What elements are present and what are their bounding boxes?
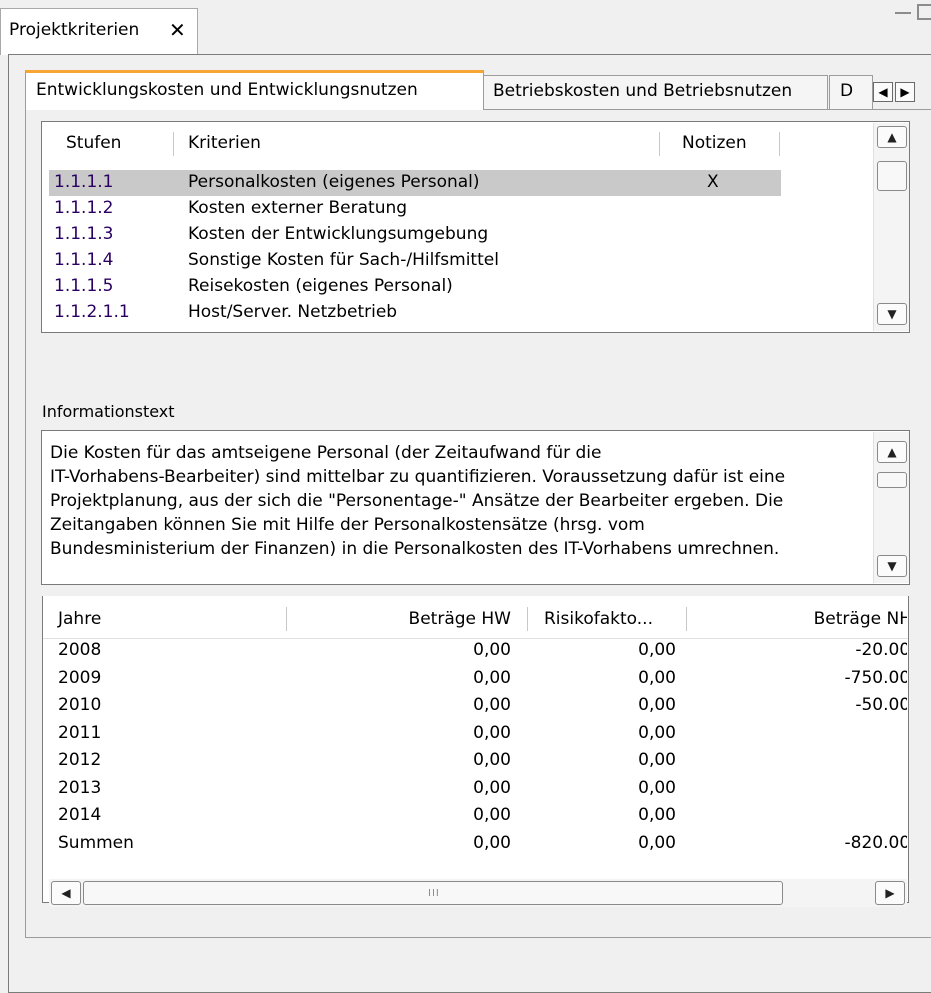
year-row[interactable]: Summen 0,00 0,00 -820.000,00 (58, 833, 907, 860)
risikofaktor-cell: 0,00 (638, 640, 676, 660)
column-header-betraege-nh[interactable]: Beträge NH (814, 609, 907, 629)
criteria-stufe: 1.1.1.3 (54, 224, 114, 244)
criteria-stufe: 1.1.2.1.1 (54, 302, 130, 322)
scrollbar-grip: III (428, 888, 440, 899)
maximize-icon[interactable] (917, 4, 931, 20)
years-horizontal-scrollbar[interactable]: ◀ III ▶ (49, 879, 907, 907)
scroll-down-icon[interactable]: ▼ (877, 303, 907, 325)
year-row[interactable]: 2008 0,00 0,00 -20.000,00 (58, 640, 907, 667)
betrag-hw-cell: 0,00 (473, 832, 511, 853)
column-separator[interactable] (779, 132, 780, 156)
risikofaktor-cell: 0,00 (638, 750, 676, 770)
column-separator[interactable] (659, 132, 660, 156)
criteria-stufe: 1.1.1.5 (54, 276, 114, 296)
scrollbar-thumb[interactable] (877, 472, 907, 488)
year-cell: 2011 (58, 722, 102, 743)
criteria-kriterium: Kosten externer Beratung (188, 198, 408, 218)
column-header-risikofaktor[interactable]: Risikofakto... (544, 609, 653, 629)
column-header-notizen[interactable]: Notizen (682, 133, 747, 153)
criteria-kriterium: Sonstige Kosten für Sach-/Hilfsmittel (188, 250, 499, 270)
criteria-notiz: X (707, 172, 719, 192)
scroll-right-icon[interactable]: ▶ (875, 881, 905, 905)
risikofaktor-cell: 0,00 (638, 722, 676, 743)
betrag-nh-cell: -820.000,00 (844, 832, 907, 853)
year-cell: Summen (58, 832, 134, 853)
year-row[interactable]: 2014 0,00 0,00 0,00 (58, 805, 907, 832)
criteria-kriterium: Host/Server. Netzbetrieb (188, 302, 398, 322)
criteria-kriterium: Personalkosten (eigenes Personal) (188, 172, 480, 192)
scroll-up-icon[interactable]: ▲ (877, 441, 907, 463)
year-cell: 2008 (58, 640, 102, 660)
year-cell: 2010 (58, 695, 102, 715)
column-header-stufen[interactable]: Stufen (66, 133, 121, 153)
risikofaktor-cell: 0,00 (638, 777, 676, 798)
year-cell: 2009 (58, 667, 102, 688)
criteria-row[interactable]: 1.1.1.2 Kosten externer Beratung (49, 196, 873, 222)
betrag-nh-cell: 0,00 (688, 723, 907, 743)
column-header-kriterien[interactable]: Kriterien (188, 133, 261, 153)
betrag-nh-cell: 0,00 (688, 805, 907, 825)
year-cell: 2013 (58, 777, 102, 798)
scroll-down-icon[interactable]: ▼ (877, 555, 907, 577)
criteria-row[interactable]: 1.1.1.5 Reisekosten (eigenes Personal) (49, 274, 873, 300)
criteria-stufe: 1.1.1.4 (54, 250, 114, 270)
view-tab-title: Projektkriterien (9, 20, 140, 40)
scroll-up-icon[interactable]: ▲ (877, 126, 907, 148)
info-text: Die Kosten für das amtseigene Personal (… (50, 443, 786, 559)
criteria-row[interactable]: 1.1.1.4 Sonstige Kosten für Sach-/Hilfsm… (49, 248, 873, 274)
betrag-nh-cell: 0,00 (688, 778, 907, 798)
criteria-stufe: 1.1.1.2 (54, 198, 114, 218)
betrag-hw-cell: 0,00 (473, 805, 511, 825)
view-tab-projektkriterien[interactable]: Projektkriterien ✕ (0, 8, 198, 55)
column-header-jahre[interactable]: Jahre (58, 609, 101, 629)
info-label: Informationstext (42, 402, 175, 421)
tab-d[interactable]: D (829, 75, 873, 109)
betrag-nh-cell: 0,00 (688, 750, 907, 770)
column-header-betraege-hw[interactable]: Beträge HW (287, 609, 511, 629)
betrag-hw-cell: 0,00 (473, 777, 511, 798)
risikofaktor-cell: 0,00 (638, 695, 676, 715)
column-separator[interactable] (173, 132, 174, 156)
criteria-kriterium: Kosten der Entwicklungsumgebung (188, 224, 489, 244)
minimize-icon[interactable] (895, 8, 911, 14)
column-header-betraege-nh-clip: Beträge NH (688, 609, 907, 633)
scroll-left-icon[interactable]: ◀ (51, 881, 81, 905)
tab-betriebskosten[interactable]: Betriebskosten und Betriebsnutzen (482, 75, 828, 109)
betrag-hw-cell: 0,00 (473, 722, 511, 743)
betrag-hw-cell: 0,00 (473, 695, 511, 715)
year-row[interactable]: 2012 0,00 0,00 0,00 (58, 750, 907, 777)
year-cell: 2014 (58, 805, 102, 825)
column-separator[interactable] (527, 607, 528, 631)
criteria-row[interactable]: 1.1.1.1 Personalkosten (eigenes Personal… (49, 170, 873, 196)
betrag-nh-cell: -50.000,00 (855, 695, 907, 715)
info-vertical-scrollbar[interactable]: ▲ ▼ (873, 432, 909, 583)
scrollbar-thumb[interactable] (877, 161, 907, 191)
betrag-hw-cell: 0,00 (473, 750, 511, 770)
risikofaktor-cell: 0,00 (638, 805, 676, 825)
close-icon[interactable]: ✕ (169, 18, 186, 42)
betrag-nh-cell: -750.000,00 (844, 667, 907, 688)
year-row[interactable]: 2013 0,00 0,00 0,00 (58, 778, 907, 805)
year-cell: 2012 (58, 750, 102, 770)
year-row[interactable]: 2010 0,00 0,00 -50.000,00 (58, 695, 907, 722)
year-row[interactable]: 2011 0,00 0,00 0,00 (58, 723, 907, 750)
years-rows-viewport: 2008 0,00 0,00 -20.000,00 2009 0,00 0,00 -750.0… (42, 640, 907, 878)
tab-scroll-right-icon[interactable]: ▶ (895, 82, 915, 102)
header-divider (43, 638, 908, 639)
criteria-row[interactable]: 1.1.1.3 Kosten der Entwicklungsumgebung (49, 222, 873, 248)
criteria-vertical-scrollbar[interactable]: ▲ ▼ (873, 123, 909, 331)
year-row[interactable]: 2009 0,00 0,00 -750.000,00 (58, 668, 907, 695)
criteria-stufe: 1.1.1.1 (54, 172, 114, 192)
criteria-row[interactable]: 1.1.2.1.1 Host/Server. Netzbetrieb (49, 300, 873, 326)
betrag-hw-cell: 0,00 (473, 667, 511, 688)
scrollbar-thumb[interactable]: III (83, 881, 783, 905)
criteria-kriterium: Reisekosten (eigenes Personal) (188, 276, 453, 296)
tab-entwicklungskosten[interactable]: Entwicklungskosten und Entwicklungsnutze… (25, 70, 484, 110)
betrag-nh-cell: -20.000,00 (855, 640, 907, 660)
risikofaktor-cell: 0,00 (638, 832, 676, 853)
betrag-hw-cell: 0,00 (473, 640, 511, 660)
column-separator[interactable] (686, 607, 687, 631)
risikofaktor-cell: 0,00 (638, 667, 676, 688)
tab-scroll-left-icon[interactable]: ◀ (873, 82, 893, 102)
